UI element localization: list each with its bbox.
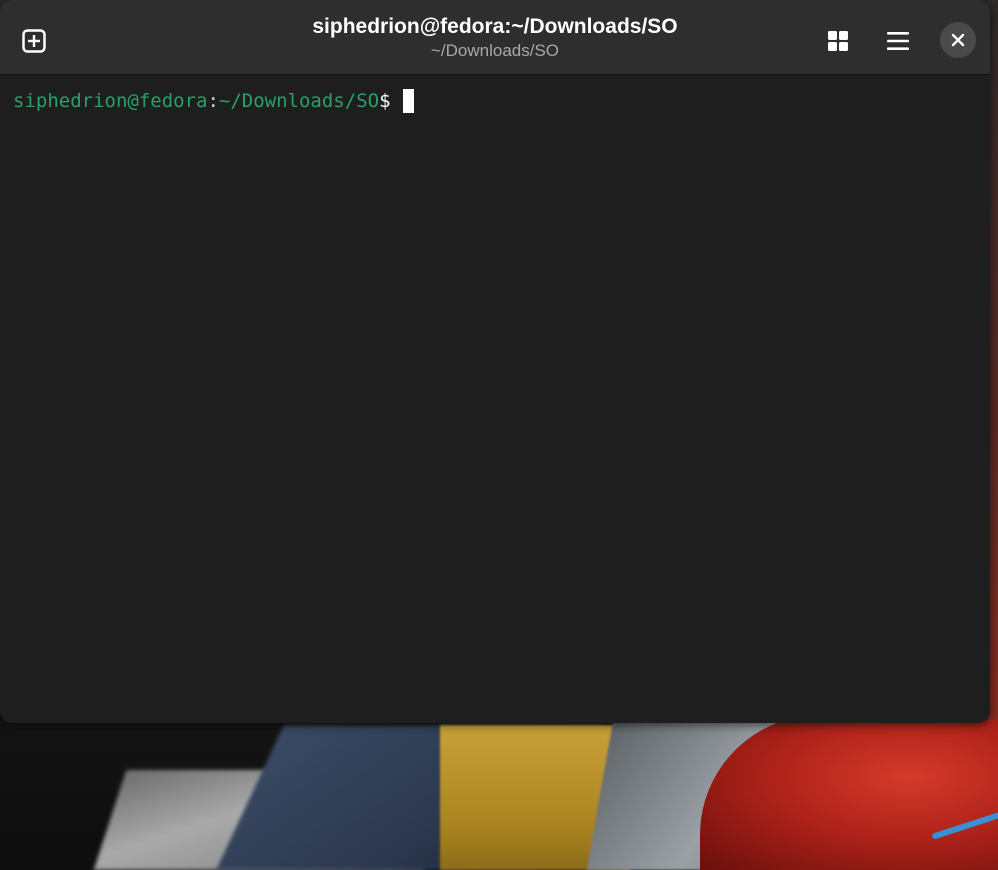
text-cursor [402,89,414,113]
window-subtitle: ~/Downloads/SO [430,41,560,60]
window-title-area: siphedrion@fedora:~/Downloads/SO ~/Downl… [200,14,790,62]
prompt-colon: : [207,90,219,112]
new-tab-button[interactable] [16,23,52,59]
view-grid-icon [828,31,848,51]
open-menu-icon [887,32,909,50]
window-title: siphedrion@fedora:~/Downloads/SO [312,15,678,38]
terminal-area[interactable]: siphedrion@fedora:~/Downloads/SO$ [0,75,990,723]
tab-new-icon [22,29,46,53]
desktop-wallpaper: siphedrion@fedora:~/Downloads/SO ~/Downl… [0,0,998,870]
tab-overview-button[interactable] [818,21,858,61]
prompt-line: siphedrion@fedora:~/Downloads/SO$ [13,89,414,113]
prompt-path: ~/Downloads/SO [218,90,380,112]
main-menu-button[interactable] [878,21,918,61]
prompt-user-host: siphedrion@fedora [13,90,208,112]
close-icon [951,33,965,47]
headerbar[interactable]: siphedrion@fedora:~/Downloads/SO ~/Downl… [0,0,990,75]
terminal-window[interactable]: siphedrion@fedora:~/Downloads/SO ~/Downl… [0,0,990,723]
prompt-symbol: $ [379,90,391,112]
close-button[interactable] [940,22,976,58]
